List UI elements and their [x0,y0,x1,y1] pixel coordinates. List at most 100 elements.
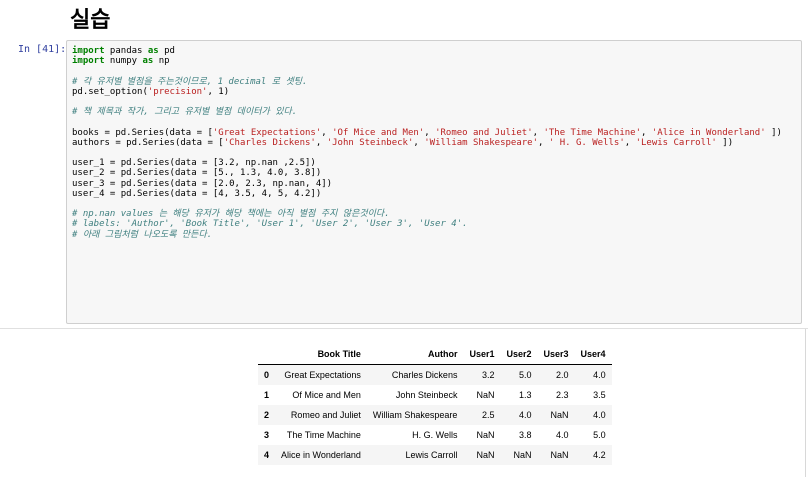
code-token: 'Alice in Wonderland' [651,127,766,138]
code-token: 'precision' [147,86,208,97]
column-header: Author [366,344,464,365]
code-line: user_1 = pd.Series(data = [3.2, np.nan ,… [72,158,796,168]
table-cell: John Steinbeck [395,390,458,400]
code-token: , [424,127,436,138]
code-line: # 아래 그림처럼 나오도록 만든다. [72,230,796,240]
table-cell: 1.3 [519,390,532,400]
code-token: ]) [716,137,734,148]
code-line: user_3 = pd.Series(data = [2.0, 2.3, np.… [72,179,796,189]
table-cell: Romeo and Juliet [290,410,361,420]
code-token: ]) [765,127,782,138]
table-cell: The Time Machine [286,430,361,440]
code-token: 'William Shakespeare' [424,137,539,148]
table-cell: 3.8 [519,430,532,440]
table-cell: NaN [550,450,569,460]
table-row: 2 Romeo and Juliet William Shakespeare 2.5 4… [258,405,612,425]
code-token: 'Charles Dickens' [223,137,316,148]
table-cell: 2.0 [556,370,569,380]
row-index: 3 [264,430,270,440]
column-header: User2 [500,344,538,365]
code-token: , [641,127,652,138]
row-index: 4 [264,450,270,460]
code-token: , [321,127,333,138]
table-cell: Alice in Wonderland [281,450,361,460]
code-token: 'John Steinbeck' [326,137,414,148]
row-index: 1 [264,390,270,400]
table-cell: 4.2 [593,450,606,460]
table-cell: 5.0 [519,370,532,380]
table-cell: 4.0 [556,430,569,440]
code-token: as [142,56,154,67]
code-token: user_3 = pd.Series(data = [2.0, 2.3, np.… [72,178,333,189]
code-token: pd [158,46,175,56]
table-cell: 3.5 [593,390,606,400]
table-cell: Great Expectations [284,370,361,380]
code-cell[interactable]: import pandas as pd import numpy as np # … [66,40,802,324]
table-cell: William Shakespeare [372,410,458,420]
code-token: authors = pd.Series(data = [ [72,137,224,148]
code-token: user_2 = pd.Series(data = [5., 1.3, 4.0,… [72,168,322,179]
row-index: 0 [264,370,270,380]
code-token: , [532,127,544,138]
code-line: books = pd.Series(data = ['Great Expecta… [72,128,796,138]
row-index: 2 [264,410,270,420]
code-token: # 아래 그림처럼 나오도록 만든다. [72,229,213,240]
code-token: # np.nan values 는 해당 유저가 해당 책에는 아직 별점 주지… [72,209,390,220]
table-cell: NaN [476,450,495,460]
notebook-heading: 실습 [70,8,111,33]
table-row: 0 Great Expectations Charles Dickens 3.2 5.0… [258,364,612,385]
code-token: import [72,56,105,67]
code-token: 'Lewis Carroll' [635,137,717,148]
table-header-row: Book Title Author User1 User2 User3 User4 [258,344,612,365]
code-token: , 1) [207,86,230,97]
table-cell: 4.0 [593,410,606,420]
code-token: 'Of Mice and Men' [332,127,425,138]
table-cell: NaN [513,450,532,460]
code-line: # 책 제목과 작가, 그리고 유저별 별점 데이터가 있다. [72,107,796,117]
table-cell: 4.0 [519,410,532,420]
column-header: User4 [574,344,612,365]
code-line: pd.set_option('precision', 1) [72,87,796,97]
code-token: 'Great Expectations' [212,127,322,138]
dataframe-table: Book Title Author User1 User2 User3 User4 0 Gr… [258,344,612,465]
code-line: import pandas as pd [72,46,796,56]
column-header: Book Title [275,344,367,365]
code-token: as [147,46,159,56]
table-cell: 2.5 [481,410,495,420]
code-line: authors = pd.Series(data = ['Charles Dic… [72,138,796,148]
code-token: # labels: 'Author', 'Book Title', 'User … [72,219,468,230]
code-line: # 각 유저별 별점을 주는것이므로, 1 decimal 로 셋팅. [72,77,796,87]
table-cell: Charles Dickens [391,370,458,380]
code-token: books = pd.Series(data = [ [72,127,213,138]
code-token: ' H. G. Wells' [548,137,625,148]
table-cell: NaN [476,390,495,400]
column-header: User3 [537,344,575,365]
code-line: # np.nan values 는 해당 유저가 해당 책에는 아직 별점 주지… [72,209,796,219]
table-cell: 5.0 [593,430,606,440]
output-area: Book Title Author User1 User2 User3 User4 0 Gr… [0,328,808,477]
code-token: 'The Time Machine' [543,127,642,138]
table-cell: Lewis Carroll [405,450,458,460]
table-cell: 3.2 [481,370,495,380]
code-token: user_4 = pd.Series(data = [4, 3.5, 4, 5,… [72,188,322,199]
table-cell: 4.0 [593,370,606,380]
code-token: 'Romeo and Juliet' [435,127,533,138]
code-token: , [538,137,549,148]
code-line: import numpy as np [72,56,796,66]
table-cell: 2.3 [556,390,569,400]
code-token: # 책 제목과 작가, 그리고 유저별 별점 데이터가 있다. [72,107,298,118]
table-cell: NaN [476,430,495,440]
column-header: User1 [463,344,501,365]
table-row: 1 Of Mice and Men John Steinbeck NaN 1.3 2.3 3… [258,385,612,405]
code-token: , [624,137,636,148]
code-token: user_1 = pd.Series(data = [3.2, np.nan ,… [72,158,316,169]
table-cell: H. G. Wells [412,430,458,440]
code-line: # labels: 'Author', 'Book Title', 'User … [72,219,796,229]
table-cell: Of Mice and Men [292,390,361,400]
table-row: 3 The Time Machine H. G. Wells NaN 3.8 4.0 5.0 [258,425,612,445]
